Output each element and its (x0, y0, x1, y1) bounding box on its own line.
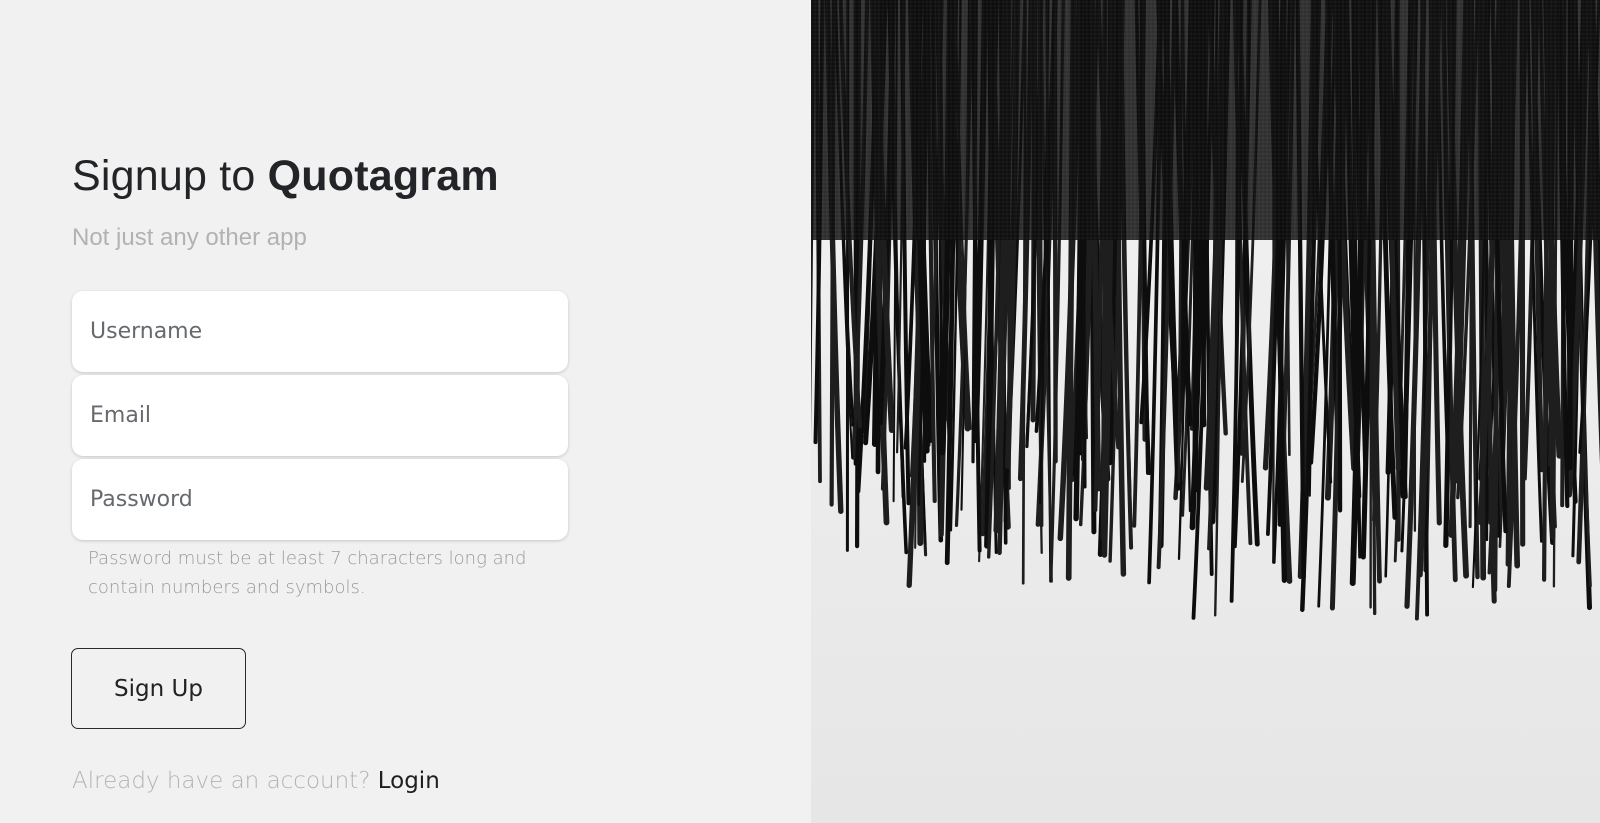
hero-panel (811, 0, 1600, 823)
page-title: Signup to Quotagram (72, 152, 499, 201)
signup-form (72, 291, 568, 543)
password-field[interactable] (72, 459, 568, 540)
password-hint: Password must be at least 7 characters l… (88, 548, 527, 598)
fringe-photo-image (811, 0, 1600, 823)
brand-name: Quotagram (267, 152, 499, 200)
login-prompt: Already have an account? Login (72, 768, 440, 794)
sign-up-button[interactable]: Sign Up (71, 648, 246, 729)
username-field[interactable] (72, 291, 568, 372)
page-subtitle: Not just any other app (72, 224, 307, 251)
title-prefix: Signup to (72, 152, 268, 200)
login-prompt-text: Already have an account? (72, 768, 371, 794)
email-field[interactable] (72, 375, 568, 456)
login-link[interactable]: Login (378, 768, 440, 794)
signup-page: Signup to Quotagram Not just any other a… (0, 0, 1600, 823)
signup-panel: Signup to Quotagram Not just any other a… (0, 0, 811, 823)
